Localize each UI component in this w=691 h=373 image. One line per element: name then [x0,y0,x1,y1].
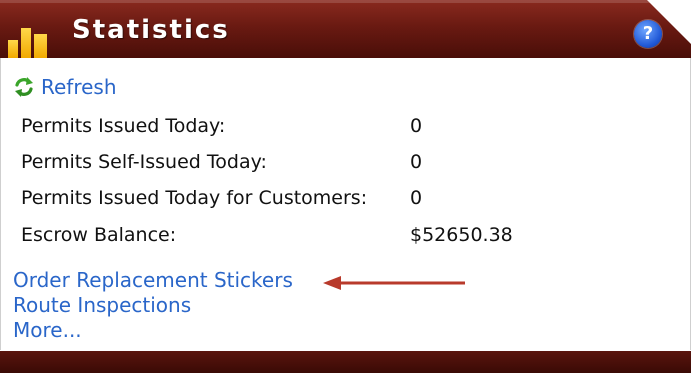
panel-body: Refresh Permits Issued Today: 0 Permits … [0,58,691,350]
bar-chart-icon [6,14,50,58]
refresh-button[interactable]: Refresh [13,74,117,100]
header-highlight [0,0,691,3]
panel-title: Statistics [72,15,230,45]
help-icon[interactable]: ? [634,20,662,48]
order-replacement-stickers-link[interactable]: Order Replacement Stickers [13,268,293,292]
bar-chart-icon-bar-3 [34,34,47,58]
stat-label: Permits Issued Today for Customers: [21,187,368,209]
stat-value: $52650.38 [410,224,513,246]
more-link[interactable]: More... [13,318,293,342]
refresh-icon [15,77,33,97]
panel-header: Statistics ? [0,0,691,58]
refresh-link[interactable]: Refresh [41,75,117,99]
stat-value: 0 [410,187,423,209]
action-links: Order Replacement Stickers Route Inspect… [13,268,293,343]
bar-chart-icon-bar-1 [8,40,18,58]
bar-chart-icon-bar-2 [21,28,31,58]
statistics-panel: Statistics ? Refresh Permits Issued Toda… [0,0,691,373]
panel-footer [0,351,691,373]
stat-label: Escrow Balance: [21,224,177,246]
route-inspections-link[interactable]: Route Inspections [13,293,293,317]
annotation-arrow [323,276,465,290]
stat-value: 0 [410,151,423,173]
stat-label: Permits Issued Today: [21,115,226,137]
stat-value: 0 [410,115,423,137]
stat-label: Permits Self-Issued Today: [21,151,267,173]
